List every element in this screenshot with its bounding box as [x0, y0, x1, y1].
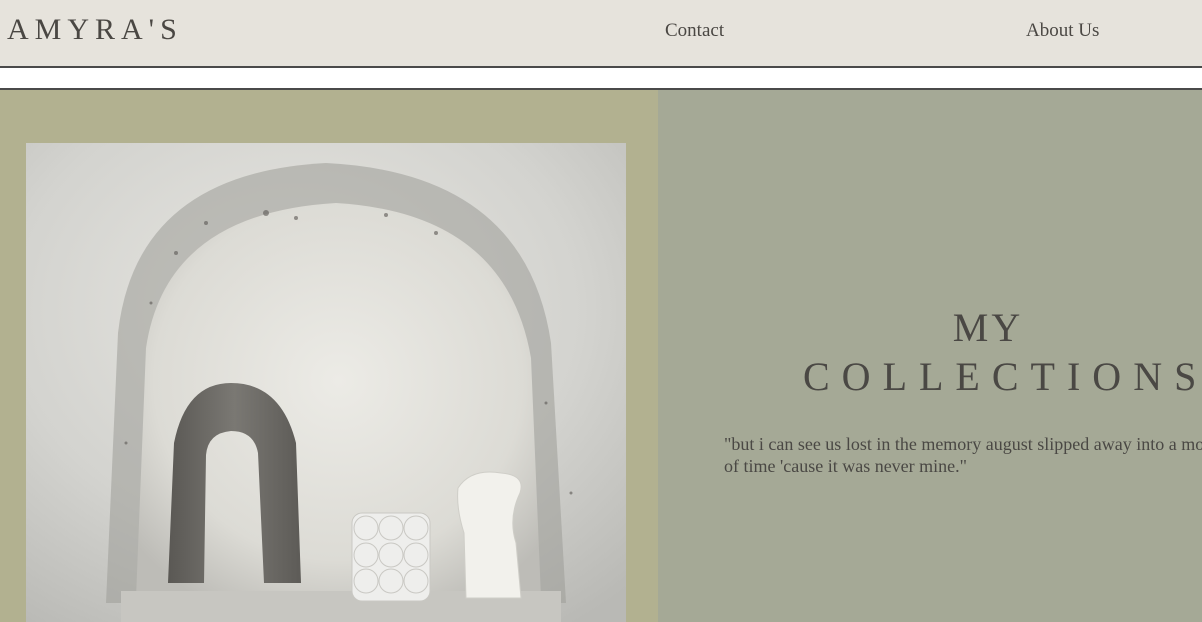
- collections-title-line2: COLLECTIONS: [803, 354, 1202, 399]
- site-logo[interactable]: AMYRA'S: [7, 12, 183, 48]
- collections-title-line1: MY: [952, 305, 1024, 350]
- divider-strip: [0, 68, 1202, 90]
- nav-link-contact[interactable]: Contact: [665, 19, 724, 43]
- nav-link-about-us[interactable]: About Us: [1026, 19, 1099, 43]
- collection-photo: [26, 143, 626, 622]
- hero-image-panel: [0, 90, 658, 622]
- top-navbar: AMYRA'S Contact About Us: [0, 0, 1202, 68]
- collections-panel: MY COLLECTIONS "but i can see us lost in…: [658, 90, 1202, 622]
- collections-quote: "but i can see us lost in the memory aug…: [724, 434, 1202, 476]
